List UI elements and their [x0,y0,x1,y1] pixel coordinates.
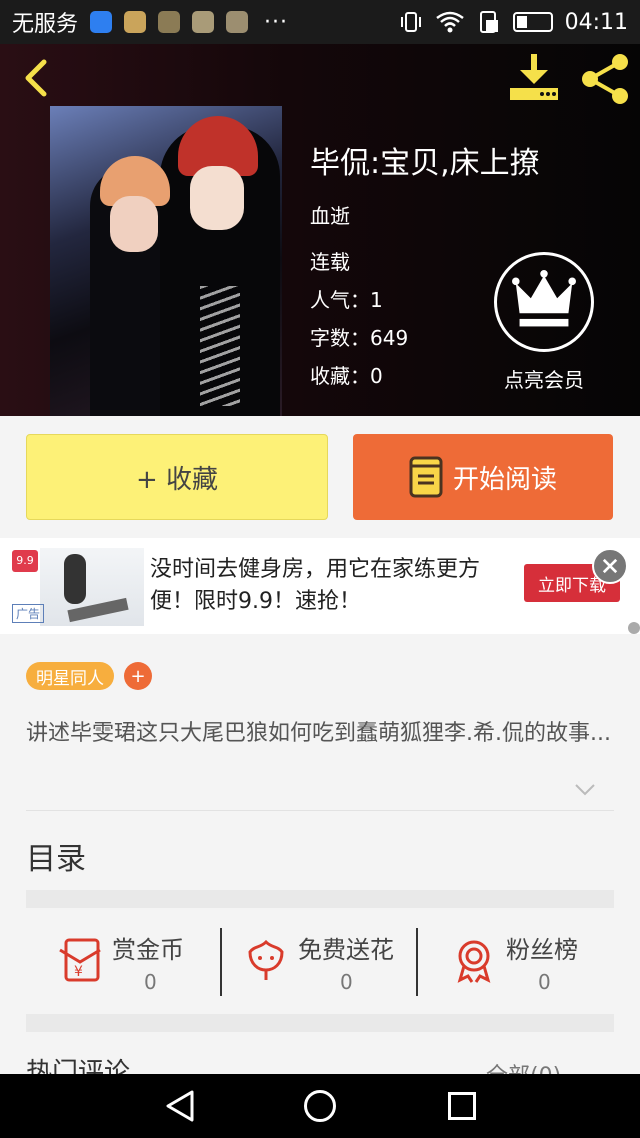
book-word-count: 字数：649 [310,326,409,350]
nav-home-icon[interactable] [304,1090,336,1122]
status-bar: 无服务 ··· 04:11 [0,0,640,44]
fan-ranking-value: 0 [538,970,551,994]
download-button[interactable] [508,52,560,102]
book-cover-image[interactable] [50,106,282,416]
stats-separator [416,928,418,996]
free-flowers-value: 0 [340,970,353,994]
ad-label: 广告 [12,604,45,623]
reward-coins-stat[interactable]: ¥ 赏金币 0 [56,926,216,996]
section-spacer [26,1014,614,1032]
book-status: 连载 [310,250,350,274]
battery-icon [512,12,553,32]
start-reading-button[interactable]: 开始阅读 [353,434,613,520]
more-notifications-icon: ··· [264,9,288,35]
ad-image [40,548,144,626]
tag-row: 明星同人 + [26,662,152,690]
sim-icon [479,11,498,33]
free-flowers-stat[interactable]: 免费送花 0 [242,926,412,996]
k-app-icon [90,11,113,33]
ad-price-badge: 9.9 [12,550,38,572]
book-title: 毕侃:宝贝,床上撩 [310,146,540,181]
free-flowers-label: 免费送花 [298,936,394,964]
ad-info-icon[interactable] [628,622,640,634]
svg-text:¥: ¥ [74,964,83,980]
reward-coins-value: 0 [144,970,157,994]
back-button[interactable] [18,58,52,98]
gallery-app-icon [226,11,249,33]
fan-ranking-stat[interactable]: 粉丝榜 0 [450,926,600,996]
health-app-icon [192,11,215,33]
add-favorite-button[interactable]: + 收藏 [26,434,328,520]
clock: 04:11 [564,9,628,35]
share-button[interactable] [578,52,632,106]
system-nav-bar [0,1074,640,1138]
divider [26,810,614,811]
book-popularity: 人气：1 [310,288,383,312]
crown-icon [512,270,576,327]
book-author[interactable]: 血逝 [310,200,350,229]
location-app-icon [124,11,147,33]
book-header: 毕侃:宝贝,床上撩 血逝 连载 人气：1 字数：649 收藏：0 点亮会员 [0,44,640,416]
flower-icon [248,939,284,980]
catalog-title[interactable]: 目录 [26,834,86,878]
ad-banner[interactable]: 9.9 广告 没时间去健身房，用它在家练更方便！限时9.9！速抢！ 立即下载 [0,538,640,634]
add-tag-button[interactable]: + [124,662,152,690]
book-icon [409,456,443,498]
vip-label[interactable]: 点亮会员 [494,364,594,393]
nav-recent-apps-icon[interactable] [448,1092,476,1120]
app-icon [158,11,181,33]
nav-back-icon[interactable] [164,1089,196,1123]
book-favorites: 收藏：0 [310,364,383,388]
start-reading-label: 开始阅读 [452,464,557,495]
reward-coins-label: 赏金币 [112,936,184,964]
vibrate-icon [400,12,421,32]
wifi-icon [435,11,464,33]
genre-tag[interactable]: 明星同人 [26,662,114,690]
red-envelope-icon: ¥ [59,938,101,982]
ribbon-badge-icon [457,940,491,983]
stats-row: ¥ 赏金币 0 免费送花 0 粉丝榜 0 [0,926,640,996]
book-synopsis: 讲述毕雯珺这只大尾巴狼如何吃到蠢萌狐狸李.希.侃的故事... [26,721,611,746]
carrier-label: 无服务 [12,12,79,37]
ad-text: 没时间去健身房，用它在家练更方便！限时9.9！速抢！ [150,557,481,614]
fan-ranking-label: 粉丝榜 [506,936,578,964]
ad-close-button[interactable] [592,548,628,584]
section-spacer [26,890,614,908]
chevron-down-icon[interactable] [574,782,596,798]
vip-crown-button[interactable] [494,252,594,352]
stats-separator [220,928,222,996]
